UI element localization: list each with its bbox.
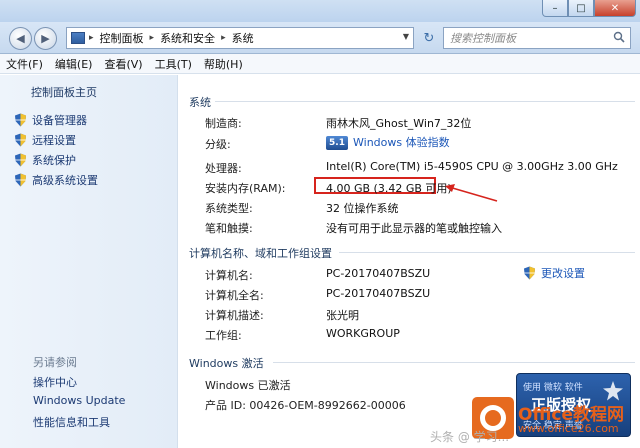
- window-controls: – □ ✕: [542, 0, 636, 18]
- rating-value[interactable]: 5.1 Windows 体验指数: [326, 134, 450, 150]
- menu-bar: 文件(F) 编辑(E) 查看(V) 工具(T) 帮助(H): [0, 54, 640, 74]
- section-divider: [273, 362, 635, 363]
- forward-arrow-icon: ▶: [41, 32, 50, 45]
- forward-button[interactable]: ▶: [34, 27, 57, 50]
- experience-index-badge: 5.1: [326, 136, 348, 150]
- sidebar-item-action-center[interactable]: 操作中心: [33, 374, 77, 390]
- ram-value: 4.00 GB (3.42 GB 可用): [326, 182, 452, 195]
- refresh-button[interactable]: ↻: [418, 27, 440, 49]
- menu-help[interactable]: 帮助(H): [204, 56, 243, 72]
- control-panel-icon: [71, 32, 85, 44]
- minimize-button[interactable]: –: [542, 0, 568, 17]
- maximize-button[interactable]: □: [568, 0, 594, 17]
- sidebar-item-device-manager[interactable]: 设备管理器: [14, 112, 87, 128]
- main-content: 系统 制造商: 雨林木风_Ghost_Win7_32位 分级: 5.1 Windo…: [179, 75, 640, 448]
- menu-edit[interactable]: 编辑(E): [55, 56, 93, 72]
- menu-view[interactable]: 查看(V): [104, 56, 142, 72]
- sidebar-item-advanced-settings[interactable]: 高级系统设置: [14, 172, 98, 188]
- shield-icon: [15, 133, 26, 147]
- breadcrumb-control-panel[interactable]: 控制面板: [100, 30, 144, 46]
- search-icon[interactable]: [613, 31, 625, 43]
- manufacturer-value: 雨林木风_Ghost_Win7_32位: [326, 117, 472, 130]
- product-id: 产品 ID: 00426-OEM-8992662-00006: [205, 399, 406, 412]
- full-name-value: PC-20170407BSZU: [326, 287, 431, 300]
- sidebar-item-label: 系统保护: [32, 154, 76, 167]
- breadcrumb-separator-icon: ▸: [149, 33, 155, 43]
- red-arrow-icon: [445, 184, 498, 202]
- refresh-icon: ↻: [423, 30, 435, 46]
- close-button[interactable]: ✕: [594, 0, 636, 17]
- sidebar-item-label: 高级系统设置: [32, 174, 98, 187]
- full-name-label: 计算机全名:: [205, 289, 264, 302]
- sidebar-home-link[interactable]: 控制面板主页: [31, 84, 97, 100]
- back-arrow-icon: ◀: [16, 32, 25, 45]
- navigation-bar: ◀ ▶ ▸ 控制面板 ▸ 系统和安全 ▸ 系统 ▼ ↻ 搜索控制面板: [0, 22, 640, 54]
- address-bar[interactable]: ▸ 控制面板 ▸ 系统和安全 ▸ 系统 ▼: [66, 27, 414, 49]
- computer-name-value: PC-20170407BSZU: [326, 267, 431, 280]
- processor-value: Intel(R) Core(TM) i5-4590S CPU @ 3.00GHz…: [326, 160, 618, 173]
- rating-label: 分级:: [205, 138, 231, 151]
- sidebar-item-remote-settings[interactable]: 远程设置: [14, 132, 76, 148]
- breadcrumb-separator-icon: ▸: [89, 33, 94, 43]
- system-window: – □ ✕ ◀ ▶ ▸ 控制面板 ▸ 系统和安全 ▸ 系统 ▼ ↻ 搜索控制面板…: [0, 0, 640, 448]
- search-input[interactable]: 搜索控制面板: [443, 27, 631, 49]
- title-bar: – □ ✕: [0, 0, 640, 22]
- section-divider: [339, 252, 635, 253]
- genuine-badge-top: 使用 微软 软件: [523, 383, 583, 393]
- pen-touch-value: 没有可用于此显示器的笔或触控输入: [326, 222, 502, 235]
- menu-tools[interactable]: 工具(T): [155, 56, 192, 72]
- star-icon: [603, 381, 623, 401]
- sidebar-item-windows-update[interactable]: Windows Update: [33, 394, 125, 407]
- change-settings-link[interactable]: 更改设置: [523, 265, 585, 281]
- sidebar: 控制面板主页 设备管理器 远程设置 系统保护 高级系统设置 另请参阅 操作中心 …: [0, 75, 178, 448]
- breadcrumb-system[interactable]: 系统: [232, 30, 254, 46]
- sidebar-item-label: 设备管理器: [32, 114, 87, 127]
- experience-index-link[interactable]: Windows 体验指数: [353, 136, 450, 149]
- system-type-label: 系统类型:: [205, 202, 253, 215]
- sidebar-item-label: 远程设置: [32, 134, 76, 147]
- shield-icon: [15, 173, 26, 187]
- workgroup-label: 工作组:: [205, 329, 242, 342]
- ram-label: 安装内存(RAM):: [205, 182, 286, 195]
- description-label: 计算机描述:: [205, 309, 264, 322]
- breadcrumb-separator-icon: ▸: [221, 33, 226, 43]
- back-button[interactable]: ◀: [9, 27, 32, 50]
- pen-touch-label: 笔和触摸:: [205, 222, 253, 235]
- watermark-author: 头条 @ 学习...: [430, 430, 510, 444]
- computer-section-title: 计算机名称、域和工作组设置: [189, 247, 332, 260]
- computer-name-label: 计算机名:: [205, 269, 253, 282]
- manufacturer-label: 制造商:: [205, 117, 242, 130]
- shield-icon: [15, 153, 26, 167]
- system-section-title: 系统: [189, 96, 211, 109]
- shield-icon: [15, 113, 26, 127]
- activation-status: Windows 已激活: [205, 379, 291, 392]
- search-placeholder: 搜索控制面板: [450, 32, 516, 45]
- sidebar-item-system-protection[interactable]: 系统保护: [14, 152, 76, 168]
- activation-section-title: Windows 激活: [189, 357, 264, 370]
- change-settings-label: 更改设置: [541, 267, 585, 280]
- breadcrumb-system-security[interactable]: 系统和安全: [160, 30, 215, 46]
- system-type-value: 32 位操作系统: [326, 202, 399, 215]
- section-divider: [215, 101, 635, 102]
- shield-icon: [524, 266, 535, 280]
- see-also-heading: 另请参阅: [33, 356, 77, 369]
- description-value: 张光明: [326, 309, 359, 322]
- watermark-url: www.office26.com: [518, 422, 619, 435]
- menu-file[interactable]: 文件(F): [6, 56, 43, 72]
- processor-label: 处理器:: [205, 162, 242, 175]
- sidebar-item-performance[interactable]: 性能信息和工具: [33, 414, 110, 430]
- workgroup-value: WORKGROUP: [326, 327, 400, 340]
- address-dropdown-icon[interactable]: ▼: [403, 32, 409, 41]
